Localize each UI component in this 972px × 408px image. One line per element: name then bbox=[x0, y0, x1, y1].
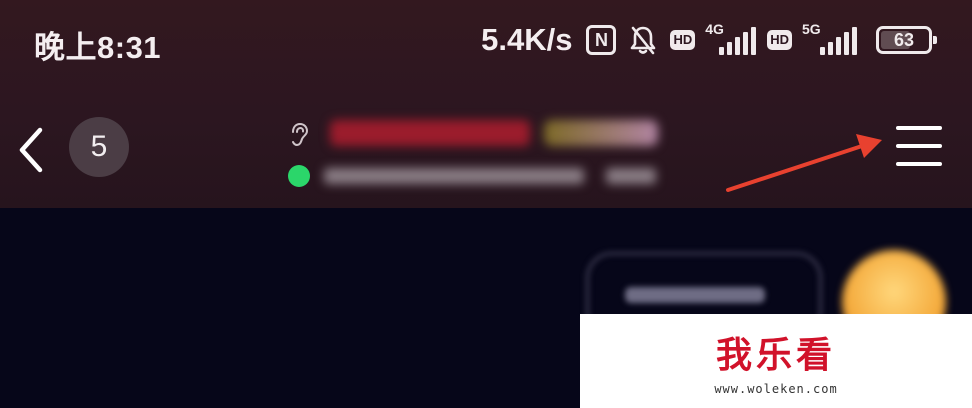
network-type-sim2: 5G bbox=[802, 21, 821, 37]
hd-badge: HD bbox=[670, 30, 696, 50]
bell-off-icon bbox=[631, 26, 656, 55]
annotation-arrow bbox=[726, 134, 882, 192]
signal-icon-sim2: 5G bbox=[802, 21, 858, 55]
hd-badge-sim2: HD bbox=[767, 30, 792, 50]
network-type-sim1: 4G bbox=[705, 21, 724, 37]
chevron-left-icon bbox=[19, 127, 43, 173]
menu-icon-line bbox=[896, 144, 942, 148]
watermark: 我乐看 www.woleken.com bbox=[580, 314, 972, 408]
ear-icon bbox=[292, 122, 309, 147]
online-status-dot bbox=[288, 165, 310, 187]
unread-count-badge[interactable]: 5 bbox=[69, 117, 129, 177]
watermark-logo: 我乐看 bbox=[715, 335, 836, 376]
menu-icon-line bbox=[896, 162, 942, 166]
network-speed: 5.4K/s bbox=[481, 22, 573, 57]
status-time: 晚上8:31 bbox=[34, 30, 162, 65]
signal-icon-sim1: 4G bbox=[705, 21, 757, 55]
nfc-icon: N bbox=[586, 25, 617, 55]
back-button[interactable] bbox=[14, 122, 48, 178]
chat-subtitle-blurred bbox=[324, 162, 664, 190]
battery-percent: 63 bbox=[893, 29, 915, 50]
watermark-url: www.woleken.com bbox=[714, 382, 838, 396]
battery-icon: 63 bbox=[876, 26, 937, 54]
menu-icon-line bbox=[896, 126, 942, 130]
menu-button[interactable] bbox=[896, 126, 942, 166]
status-icons: 5.4K/s N HD 4G HD 5G 63 bbox=[481, 20, 937, 60]
chat-title-blurred[interactable] bbox=[330, 112, 660, 152]
